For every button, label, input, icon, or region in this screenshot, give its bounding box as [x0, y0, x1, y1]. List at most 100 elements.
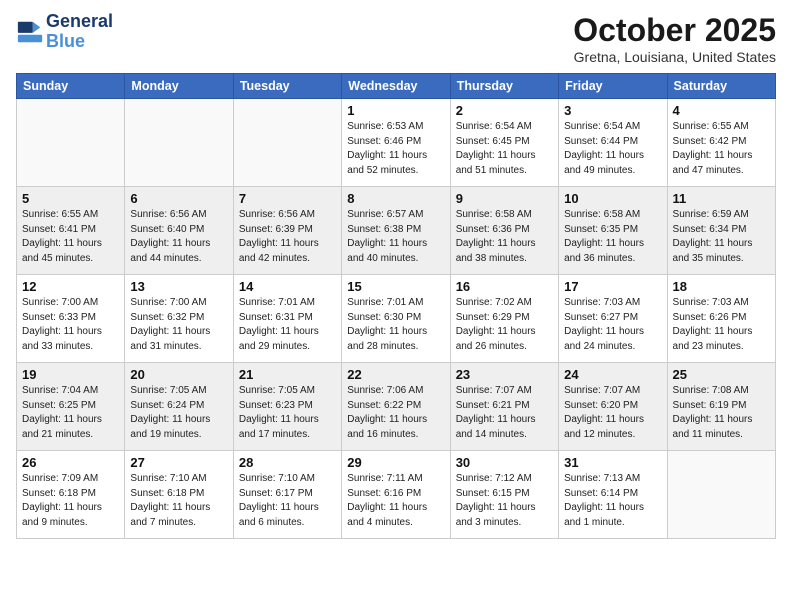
calendar-cell: 23 Sunrise: 7:07 AM Sunset: 6:21 PM Dayli… — [450, 363, 558, 451]
day-info: Sunrise: 7:09 AM Sunset: 6:18 PM Dayligh… — [22, 472, 119, 530]
calendar-cell: 19Sunrise: 7:04 AM Sunset: 6:25 PM Dayli… — [17, 363, 125, 451]
weekday-header-wednesday: Wednesday — [342, 74, 450, 99]
location: Gretna, Louisiana, United States — [573, 49, 776, 65]
day-info: Sunrise: 6:56 AM Sunset: 6:39 PM Dayligh… — [239, 208, 336, 266]
calendar-cell: 11Sunrise: 6:59 AM Sunset: 6:34 PM Dayli… — [667, 187, 775, 275]
logo-line2: Blue — [46, 32, 113, 52]
day-info: Sunrise: 6:54 AM Sunset: 6:44 PM Dayligh… — [564, 120, 661, 178]
weekday-header-saturday: Saturday — [667, 74, 775, 99]
day-info: Sunrise: 7:12 AM Sunset: 6:15 PM Dayligh… — [456, 472, 553, 530]
day-info: Sunrise: 7:11 AM Sunset: 6:16 PM Dayligh… — [347, 472, 444, 530]
day-info: Sunrise: 7:10 AM Sunset: 6:17 PM Dayligh… — [239, 472, 336, 530]
day-number: 5 — [22, 191, 119, 206]
day-number: 16 — [456, 279, 553, 294]
day-number: 9 — [456, 191, 553, 206]
day-number: 24 — [564, 367, 661, 382]
logo-text: General Blue — [46, 12, 113, 52]
week-row-5: 26 Sunrise: 7:09 AM Sunset: 6:18 PM Dayli… — [17, 451, 776, 539]
day-info: Sunrise: 7:05 AM Sunset: 6:23 PM Dayligh… — [239, 384, 336, 442]
week-row-2: 5 Sunrise: 6:55 AM Sunset: 6:41 PM Daylig… — [17, 187, 776, 275]
calendar-cell: 22 Sunrise: 7:06 AM Sunset: 6:22 PM Dayli… — [342, 363, 450, 451]
day-number: 19 — [22, 367, 119, 382]
day-number: 18 — [673, 279, 770, 294]
calendar-cell: 2 Sunrise: 6:54 AM Sunset: 6:45 PM Daylig… — [450, 99, 558, 187]
day-number: 12 — [22, 279, 119, 294]
calendar-cell: 25Sunrise: 7:08 AM Sunset: 6:19 PM Dayli… — [667, 363, 775, 451]
day-number: 3 — [564, 103, 661, 118]
day-number: 31 — [564, 455, 661, 470]
day-info: Sunrise: 7:02 AM Sunset: 6:29 PM Dayligh… — [456, 296, 553, 354]
calendar-cell: 26 Sunrise: 7:09 AM Sunset: 6:18 PM Dayli… — [17, 451, 125, 539]
calendar-cell: 5 Sunrise: 6:55 AM Sunset: 6:41 PM Daylig… — [17, 187, 125, 275]
calendar-cell: 14 Sunrise: 7:01 AM Sunset: 6:31 PM Dayli… — [233, 275, 341, 363]
day-info: Sunrise: 7:10 AM Sunset: 6:18 PM Dayligh… — [130, 472, 227, 530]
calendar-cell: 27 Sunrise: 7:10 AM Sunset: 6:18 PM Dayli… — [125, 451, 233, 539]
day-info: Sunrise: 7:06 AM Sunset: 6:22 PM Dayligh… — [347, 384, 444, 442]
day-info: Sunrise: 6:58 AM Sunset: 6:35 PM Dayligh… — [564, 208, 661, 266]
day-number: 13 — [130, 279, 227, 294]
day-number: 2 — [456, 103, 553, 118]
day-info: Sunrise: 6:55 AM Sunset: 6:42 PM Dayligh… — [673, 120, 770, 178]
day-number: 6 — [130, 191, 227, 206]
day-number: 21 — [239, 367, 336, 382]
day-number: 27 — [130, 455, 227, 470]
day-info: Sunrise: 6:55 AM Sunset: 6:41 PM Dayligh… — [22, 208, 119, 266]
day-info: Sunrise: 7:00 AM Sunset: 6:33 PM Dayligh… — [22, 296, 119, 354]
day-number: 20 — [130, 367, 227, 382]
day-number: 10 — [564, 191, 661, 206]
day-number: 22 — [347, 367, 444, 382]
day-number: 28 — [239, 455, 336, 470]
calendar-cell: 16 Sunrise: 7:02 AM Sunset: 6:29 PM Dayli… — [450, 275, 558, 363]
day-number: 11 — [673, 191, 770, 206]
calendar-cell: 7 Sunrise: 6:56 AM Sunset: 6:39 PM Daylig… — [233, 187, 341, 275]
week-row-4: 19Sunrise: 7:04 AM Sunset: 6:25 PM Dayli… — [17, 363, 776, 451]
calendar-cell: 24Sunrise: 7:07 AM Sunset: 6:20 PM Dayli… — [559, 363, 667, 451]
day-info: Sunrise: 7:05 AM Sunset: 6:24 PM Dayligh… — [130, 384, 227, 442]
calendar-cell — [17, 99, 125, 187]
calendar-cell: 28 Sunrise: 7:10 AM Sunset: 6:17 PM Dayli… — [233, 451, 341, 539]
day-info: Sunrise: 7:07 AM Sunset: 6:21 PM Dayligh… — [456, 384, 553, 442]
weekday-header-row: SundayMondayTuesdayWednesdayThursdayFrid… — [17, 74, 776, 99]
logo-line1: General — [46, 12, 113, 32]
day-number: 17 — [564, 279, 661, 294]
logo-icon — [16, 18, 44, 46]
week-row-1: 1Sunrise: 6:53 AM Sunset: 6:46 PM Daylig… — [17, 99, 776, 187]
calendar-cell: 21 Sunrise: 7:05 AM Sunset: 6:23 PM Dayli… — [233, 363, 341, 451]
day-info: Sunrise: 7:08 AM Sunset: 6:19 PM Dayligh… — [673, 384, 770, 442]
calendar-cell: 29 Sunrise: 7:11 AM Sunset: 6:16 PM Dayli… — [342, 451, 450, 539]
day-number: 8 — [347, 191, 444, 206]
calendar-cell: 12 Sunrise: 7:00 AM Sunset: 6:33 PM Dayli… — [17, 275, 125, 363]
title-area: October 2025 Gretna, Louisiana, United S… — [573, 12, 776, 65]
day-info: Sunrise: 7:03 AM Sunset: 6:26 PM Dayligh… — [673, 296, 770, 354]
weekday-header-thursday: Thursday — [450, 74, 558, 99]
day-number: 1 — [347, 103, 444, 118]
day-info: Sunrise: 7:13 AM Sunset: 6:14 PM Dayligh… — [564, 472, 661, 530]
header: General Blue October 2025 Gretna, Louisi… — [16, 12, 776, 65]
calendar-cell: 13 Sunrise: 7:00 AM Sunset: 6:32 PM Dayli… — [125, 275, 233, 363]
calendar-cell: 20 Sunrise: 7:05 AM Sunset: 6:24 PM Dayli… — [125, 363, 233, 451]
calendar-cell: 31 Sunrise: 7:13 AM Sunset: 6:14 PM Dayli… — [559, 451, 667, 539]
day-number: 23 — [456, 367, 553, 382]
day-number: 14 — [239, 279, 336, 294]
day-info: Sunrise: 7:01 AM Sunset: 6:30 PM Dayligh… — [347, 296, 444, 354]
calendar-cell: 15Sunrise: 7:01 AM Sunset: 6:30 PM Dayli… — [342, 275, 450, 363]
day-info: Sunrise: 7:00 AM Sunset: 6:32 PM Dayligh… — [130, 296, 227, 354]
day-info: Sunrise: 6:54 AM Sunset: 6:45 PM Dayligh… — [456, 120, 553, 178]
calendar-cell: 1Sunrise: 6:53 AM Sunset: 6:46 PM Daylig… — [342, 99, 450, 187]
day-info: Sunrise: 6:56 AM Sunset: 6:40 PM Dayligh… — [130, 208, 227, 266]
weekday-header-tuesday: Tuesday — [233, 74, 341, 99]
week-row-3: 12 Sunrise: 7:00 AM Sunset: 6:33 PM Dayli… — [17, 275, 776, 363]
day-number: 30 — [456, 455, 553, 470]
calendar-cell: 3 Sunrise: 6:54 AM Sunset: 6:44 PM Daylig… — [559, 99, 667, 187]
calendar-cell: 9Sunrise: 6:58 AM Sunset: 6:36 PM Daylig… — [450, 187, 558, 275]
day-number: 29 — [347, 455, 444, 470]
calendar-cell: 6 Sunrise: 6:56 AM Sunset: 6:40 PM Daylig… — [125, 187, 233, 275]
calendar-cell — [667, 451, 775, 539]
calendar-table: SundayMondayTuesdayWednesdayThursdayFrid… — [16, 73, 776, 539]
day-number: 26 — [22, 455, 119, 470]
weekday-header-friday: Friday — [559, 74, 667, 99]
calendar-cell: 30 Sunrise: 7:12 AM Sunset: 6:15 PM Dayli… — [450, 451, 558, 539]
day-info: Sunrise: 7:01 AM Sunset: 6:31 PM Dayligh… — [239, 296, 336, 354]
calendar-cell: 10 Sunrise: 6:58 AM Sunset: 6:35 PM Dayli… — [559, 187, 667, 275]
day-number: 7 — [239, 191, 336, 206]
